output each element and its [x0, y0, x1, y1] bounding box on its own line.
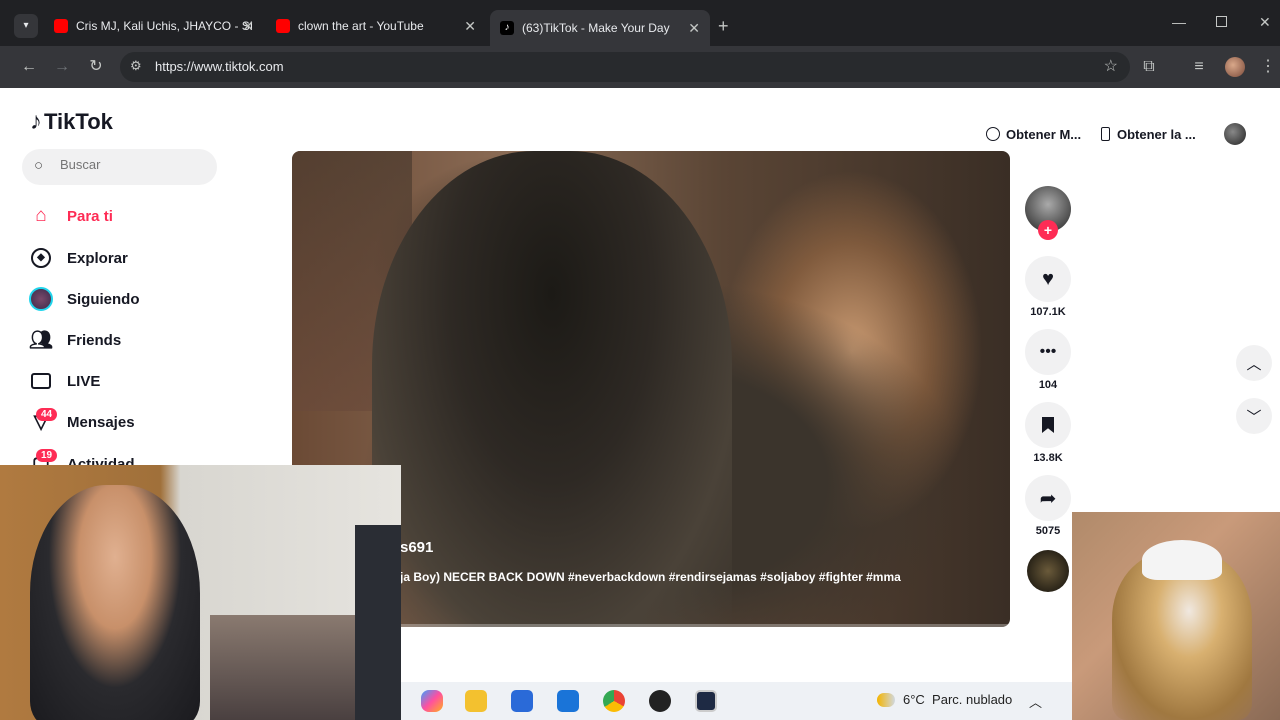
following-avatar-icon: [28, 286, 54, 312]
webcam-person: [30, 485, 200, 720]
store-icon[interactable]: [511, 690, 533, 712]
compass-icon: ◆: [28, 245, 54, 271]
close-window-button[interactable]: ✕: [1259, 14, 1271, 31]
search-icon: ○: [34, 157, 44, 174]
browser-toolbar: ← → ↻ ⚙ https://www.tiktok.com ☆ ⧉ ≡ ⋮: [0, 46, 1280, 88]
sidebar-item-label: Para ti: [67, 207, 113, 225]
get-coins-button[interactable]: Obtener M...: [986, 121, 1081, 147]
browser-tab-active[interactable]: ♪ (63)TikTok - Make Your Day ✕: [490, 10, 710, 46]
sidebar-item-label: Mensajes: [67, 413, 135, 431]
sidebar-item-label: Explorar: [67, 249, 128, 267]
webcam-monitor: [355, 525, 401, 720]
app-icon[interactable]: [695, 690, 717, 712]
copilot-icon[interactable]: [421, 690, 443, 712]
restore-button[interactable]: [1216, 16, 1227, 27]
minimize-button[interactable]: —: [1172, 14, 1186, 30]
tiktok-logo[interactable]: ♪ TikTok: [30, 108, 113, 136]
url-text: https://www.tiktok.com: [155, 59, 284, 74]
share-action[interactable]: ➦ 5075: [1025, 475, 1071, 537]
comment-count: 104: [1038, 379, 1058, 391]
weather-widget[interactable]: 6°C Parc. nublado: [877, 692, 1012, 707]
share-icon[interactable]: ➦: [1025, 475, 1071, 521]
address-bar[interactable]: ⚙ https://www.tiktok.com ☆: [120, 52, 1130, 82]
friends-icon: 👥︎: [28, 330, 54, 351]
obs-icon[interactable]: [649, 690, 671, 712]
site-info-icon[interactable]: ⚙: [130, 58, 142, 74]
video-description: ja Boy) NECER BACK DOWN #neverbackdown #…: [400, 570, 901, 584]
search-box[interactable]: ○: [22, 149, 217, 185]
tab-title: Cris MJ, Kali Uchis, JHAYCO - SI: [76, 19, 254, 33]
tab-title: (63)TikTok - Make Your Day: [522, 21, 670, 35]
webcam-overlay: [0, 465, 401, 720]
extensions-icon[interactable]: ⧉: [1138, 56, 1160, 78]
share-count: 5075: [1035, 525, 1061, 537]
outlook-icon[interactable]: [557, 690, 579, 712]
chevron-up-icon[interactable]: ︿: [1029, 692, 1042, 711]
sidebar-item-friends[interactable]: 👥︎ Friends: [28, 325, 121, 355]
tab-title: clown the art - YouTube: [298, 19, 424, 33]
sidebar-item-label: Friends: [67, 331, 122, 349]
close-icon[interactable]: ✕: [464, 18, 476, 35]
forward-icon[interactable]: →: [51, 56, 73, 78]
creator-avatar-action[interactable]: +: [1025, 186, 1071, 240]
sidebar-item-explorar[interactable]: ◆ Explorar: [28, 243, 128, 273]
sidebar-item-label: LIVE: [67, 372, 101, 390]
menu-icon[interactable]: ⋮: [1257, 56, 1279, 78]
sidebar-item-siguiendo[interactable]: Siguiendo: [28, 284, 140, 314]
like-action[interactable]: ♥ 107.1K: [1025, 256, 1071, 318]
sidebar-item-para-ti[interactable]: ⌂ Para ti: [28, 201, 113, 231]
activity-badge: 19: [36, 449, 58, 462]
save-action[interactable]: 13.8K: [1025, 402, 1071, 464]
live-icon: [28, 368, 54, 394]
tiktok-icon: ♪: [500, 21, 514, 35]
music-disc-icon[interactable]: [1027, 550, 1069, 592]
coins-icon: [986, 127, 1000, 141]
back-icon[interactable]: ←: [18, 56, 40, 78]
save-count: 13.8K: [1033, 452, 1063, 464]
cheetah-video-overlay: [1072, 512, 1280, 720]
comment-action[interactable]: ••• 104: [1025, 329, 1071, 391]
reload-icon[interactable]: ↻: [85, 56, 107, 78]
media-controls-icon[interactable]: ≡: [1188, 56, 1210, 78]
chrome-icon[interactable]: [603, 690, 625, 712]
browser-tab[interactable]: Cris MJ, Kali Uchis, JHAYCO - SI ✕: [44, 10, 264, 42]
messages-badge: 44: [36, 408, 58, 421]
youtube-icon: [54, 19, 68, 33]
follow-plus-icon[interactable]: +: [1038, 220, 1058, 240]
get-app-button[interactable]: Obtener la ...: [1101, 121, 1196, 147]
user-avatar[interactable]: [1224, 123, 1246, 145]
video-username[interactable]: s691: [400, 539, 433, 556]
browser-tab-bar: ▾ Cris MJ, Kali Uchis, JHAYCO - SI ✕ clo…: [0, 0, 1280, 46]
previous-video-button[interactable]: ︿: [1236, 345, 1272, 381]
bookmark-star-icon[interactable]: ☆: [1104, 56, 1118, 76]
bookmark-icon[interactable]: [1025, 402, 1071, 448]
close-icon[interactable]: ✕: [688, 20, 700, 37]
windows-taskbar: 6°C Parc. nublado ︿: [401, 682, 1072, 720]
like-count: 107.1K: [1030, 306, 1066, 318]
logo-text: TikTok: [44, 109, 113, 134]
sidebar-item-live[interactable]: LIVE: [28, 366, 100, 396]
home-icon: ⌂: [35, 205, 47, 226]
weather-text: 6°C Parc. nublado: [903, 692, 1013, 707]
phone-icon: [1101, 127, 1110, 141]
tab-search-button[interactable]: ▾: [14, 14, 38, 38]
comment-icon[interactable]: •••: [1025, 329, 1071, 375]
search-input[interactable]: [60, 157, 210, 172]
sidebar-item-label: Siguiendo: [67, 290, 140, 308]
next-video-button[interactable]: ﹀: [1236, 398, 1272, 434]
cloud-sun-icon: [877, 692, 895, 707]
close-icon[interactable]: ✕: [242, 18, 254, 35]
get-app-label: Obtener la ...: [1117, 126, 1196, 142]
get-coins-label: Obtener M...: [1006, 126, 1082, 142]
tiktok-logo-icon: ♪: [30, 108, 42, 135]
youtube-icon: [276, 19, 290, 33]
file-explorer-icon[interactable]: [465, 690, 487, 712]
browser-tab[interactable]: clown the art - YouTube ✕: [266, 10, 486, 42]
white-cap: [1142, 540, 1222, 580]
new-tab-button[interactable]: +: [718, 16, 729, 37]
profile-avatar[interactable]: [1225, 57, 1245, 77]
heart-icon[interactable]: ♥: [1025, 256, 1071, 302]
